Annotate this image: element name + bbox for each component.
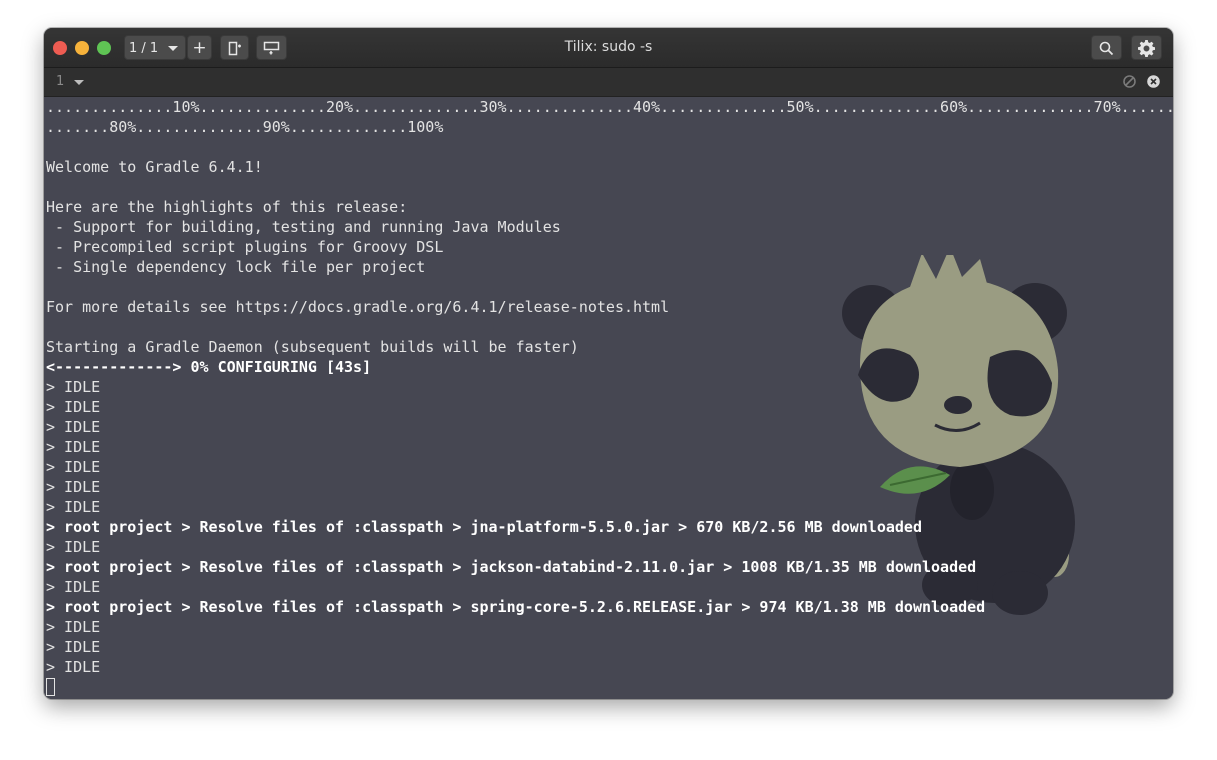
terminal-line: > root project > Resolve files of :class… — [46, 558, 977, 576]
terminal-tab-bar: 1 — [44, 68, 1173, 97]
terminal-window: 1 / 1 + Tilix: sudo -s 1 ..............1… — [44, 28, 1173, 699]
terminal-line: Here are the highlights of this release: — [46, 198, 408, 216]
chevron-down-icon[interactable] — [74, 80, 84, 85]
terminal-number[interactable]: 1 — [56, 68, 64, 96]
maximize-window-button[interactable] — [97, 41, 111, 55]
terminal-line: > IDLE — [46, 658, 101, 676]
add-tab-icon: + — [192, 38, 207, 58]
settings-button[interactable] — [1131, 35, 1162, 60]
terminal-line: > IDLE — [46, 478, 101, 496]
terminal-line: Welcome to Gradle 6.4.1! — [46, 158, 263, 176]
split-right-icon — [228, 41, 241, 56]
terminal-line: > IDLE — [46, 498, 101, 516]
terminal-line: - Single dependency lock file per projec… — [46, 258, 426, 276]
terminal-line: .......80%..............90%.............… — [46, 118, 444, 136]
title-bar[interactable]: 1 / 1 + Tilix: sudo -s — [44, 28, 1173, 68]
text-cursor — [46, 678, 55, 696]
search-button[interactable] — [1091, 35, 1122, 60]
terminal-line: - Support for building, testing and runn… — [46, 218, 561, 236]
session-switcher-button[interactable]: 1 / 1 — [124, 35, 186, 60]
terminal-line: Starting a Gradle Daemon (subsequent bui… — [46, 338, 579, 356]
terminal-line: > IDLE — [46, 378, 101, 396]
search-icon — [1099, 41, 1114, 56]
terminal-line: > IDLE — [46, 578, 101, 596]
terminal-output: ..............10%..............20%......… — [46, 97, 1173, 697]
terminal-line: > root project > Resolve files of :class… — [46, 598, 986, 616]
terminal-line: <-------------> 0% CONFIGURING [43s] — [46, 358, 372, 376]
terminal-line: > IDLE — [46, 618, 101, 636]
split-down-icon — [263, 41, 279, 55]
terminal-prompt-line — [46, 677, 1173, 697]
minimize-window-button[interactable] — [75, 41, 89, 55]
window-title: Tilix: sudo -s — [564, 39, 653, 55]
terminal-line: > IDLE — [46, 538, 101, 556]
terminal-line: For more details see https://docs.gradle… — [46, 298, 670, 316]
close-window-button[interactable] — [53, 41, 67, 55]
session-label: 1 / 1 — [129, 41, 159, 56]
close-icon[interactable] — [1147, 75, 1160, 88]
terminal-line: > root project > Resolve files of :class… — [46, 518, 922, 536]
terminal-line: ..............10%..............20%......… — [46, 98, 1173, 116]
terminal-view[interactable]: ..............10%..............20%......… — [44, 97, 1173, 699]
terminal-line: > IDLE — [46, 398, 101, 416]
gear-icon — [1138, 40, 1156, 57]
terminal-line: > IDLE — [46, 638, 101, 656]
split-down-button[interactable] — [256, 35, 287, 60]
terminal-line: - Precompiled script plugins for Groovy … — [46, 238, 444, 256]
terminal-line: > IDLE — [46, 458, 101, 476]
sync-icon[interactable] — [1123, 75, 1136, 88]
terminal-line: > IDLE — [46, 418, 101, 436]
add-session-button[interactable]: + — [187, 35, 212, 60]
chevron-down-icon — [168, 46, 178, 51]
terminal-line: > IDLE — [46, 438, 101, 456]
split-right-button[interactable] — [220, 35, 249, 60]
